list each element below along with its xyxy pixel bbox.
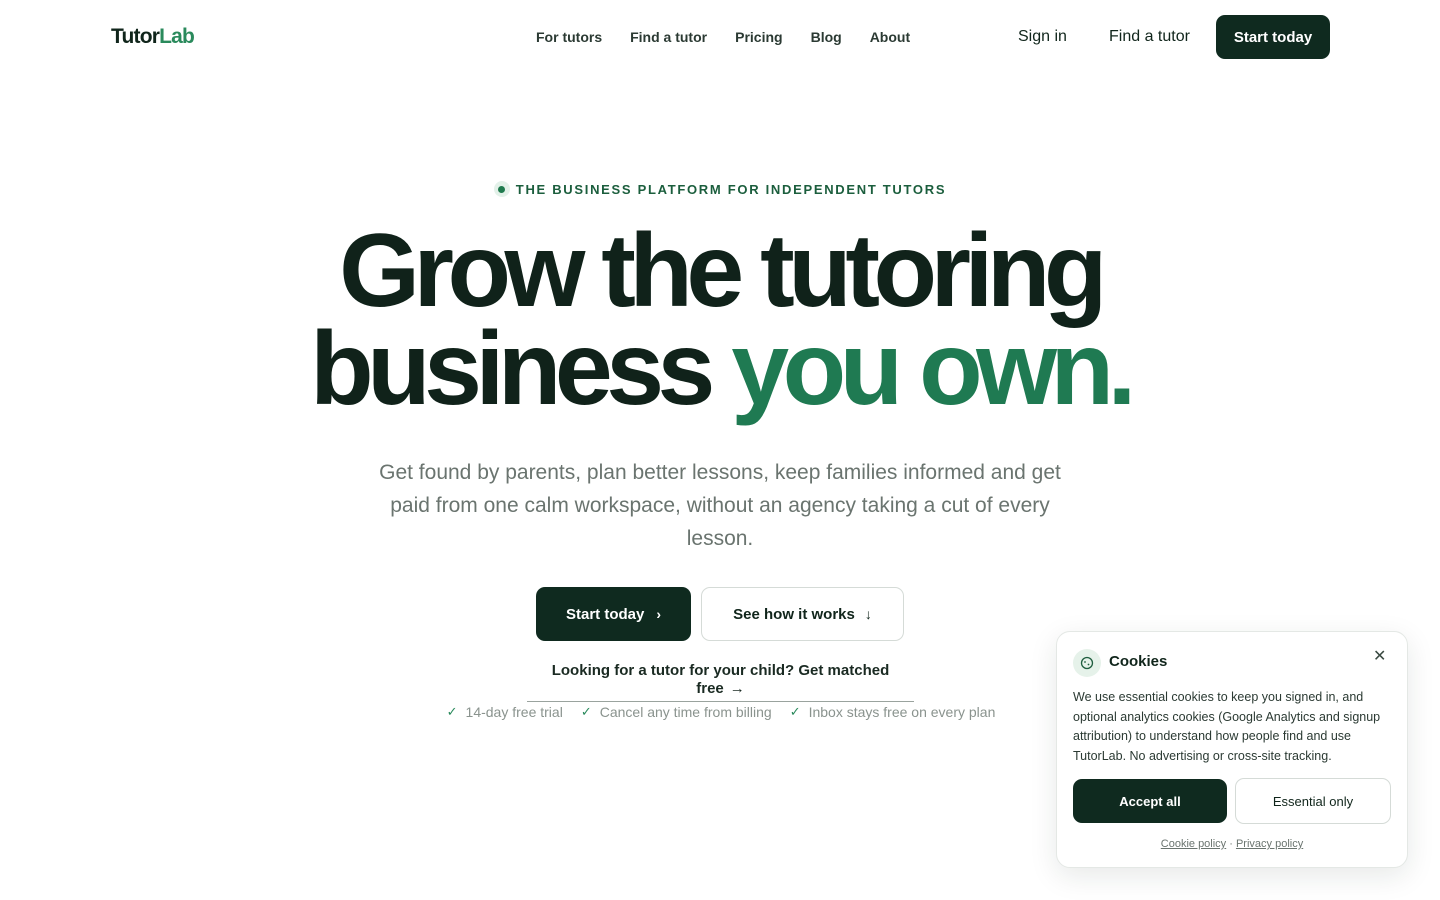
check-icon: ✓ [580,704,592,719]
cookie-policy-links: Cookie policy · Privacy policy [1057,837,1407,851]
benefit-label: Inbox stays free on every plan [808,704,996,720]
header-start-today-button[interactable]: Start today [1216,15,1330,59]
main-nav: For tutors Find a tutor Pricing Blog Abo… [522,26,924,48]
accept-all-button[interactable]: Accept all [1073,779,1227,823]
find-a-tutor-link[interactable]: Find a tutor [1109,27,1190,47]
cookie-title: Cookies [1109,653,1168,670]
benefit-label: Cancel any time from billing [599,704,772,720]
cookie-policy-link[interactable]: Cookie policy [1161,838,1226,850]
essential-only-button[interactable]: Essential only [1235,778,1391,824]
benefit-item: ✓ Cancel any time from billing [581,703,772,721]
sign-in-link[interactable]: Sign in [1018,27,1067,47]
check-icon: ✓ [446,704,458,719]
logo[interactable]: TutorLab [111,24,195,50]
hero-subtitle: Get found by parents, plan better lesson… [379,461,1061,550]
cookie-icon [1073,649,1101,677]
benefit-item: ✓ 14-day free trial [447,703,563,721]
eyebrow-text: THE BUSINESS PLATFORM FOR INDEPENDENT TU… [515,181,947,197]
start-today-button[interactable]: Start today › [536,587,691,641]
headline-line-2a: business [310,311,732,427]
start-today-label: Start today [565,605,645,623]
get-matched-link[interactable]: Looking for a tutor for your child? Get … [527,662,914,702]
benefit-label: 14-day free trial [465,704,563,720]
hero-headline: Grow the tutoring business you own. [0,219,1440,421]
headline-accent: you own. [731,311,1136,427]
cookie-banner: Cookies ✕ We use essential cookies to ke… [1056,631,1408,868]
nav-item-find-a-tutor[interactable]: Find a tutor [616,26,721,48]
eyebrow-dot-icon [493,181,510,197]
benefit-item: ✓ Inbox stays free on every plan [790,703,996,721]
get-matched-label: Looking for a tutor for your child? Get … [551,662,890,697]
nav-item-for-tutors[interactable]: For tutors [522,26,616,48]
cookie-text: We use essential cookies to keep you sig… [1073,690,1381,763]
see-how-it-works-label: See how it works [733,605,855,623]
see-how-it-works-button[interactable]: See how it works ↓ [701,587,904,641]
close-icon[interactable]: ✕ [1373,648,1386,666]
privacy-policy-link[interactable]: Privacy policy [1236,838,1303,850]
logo-text-lab: Lab [159,25,195,48]
nav-item-about[interactable]: About [856,26,924,48]
logo-text-tutor: Tutor [111,25,160,48]
site-header: TutorLab For tutors Find a tutor Pricing… [0,0,1440,74]
policy-separator: · [1226,838,1236,850]
arrow-down-icon: ↓ [864,606,872,622]
check-icon: ✓ [789,704,801,719]
nav-item-pricing[interactable]: Pricing [721,26,796,48]
hero-eyebrow: THE BUSINESS PLATFORM FOR INDEPENDENT TU… [0,181,1440,197]
nav-item-blog[interactable]: Blog [797,26,856,48]
chevron-right-icon: › [656,606,662,622]
arrow-right-icon: → [729,680,745,697]
